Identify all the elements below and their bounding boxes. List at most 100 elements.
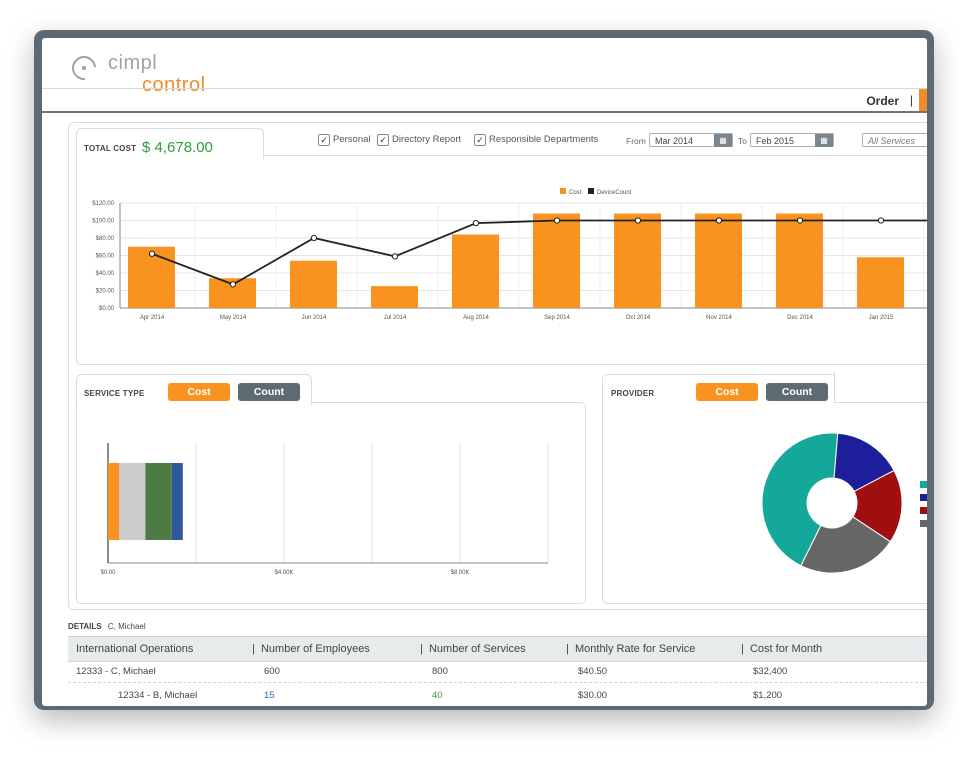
x-tick-label: Nov 2014 — [706, 315, 732, 321]
to-label: To — [738, 136, 747, 146]
directory-report-label: Directory Report — [392, 134, 462, 145]
stacked-bar-segment — [119, 463, 146, 540]
top-nav: Order | — [42, 88, 927, 113]
services-select[interactable]: All Services — [862, 133, 927, 147]
x-tick-label: Jan 2015 — [869, 315, 894, 321]
x-tick-label: Jun 2014 — [302, 315, 327, 321]
logo-dot-icon — [82, 66, 86, 70]
table-header-cell[interactable]: International Operations — [76, 643, 193, 655]
table-cell: $1,200 — [753, 690, 783, 701]
nav-separator: | — [909, 93, 913, 107]
nav-order-link[interactable]: Order — [866, 94, 899, 108]
service-type-cost-button[interactable]: Cost — [168, 383, 230, 401]
table-row[interactable]: 12333 - C, Michael 600 800 $40.50 $32,40… — [68, 660, 927, 683]
bar-cost — [857, 257, 904, 308]
device-frame: cimpl control Order | TOTAL COST $ 4,678… — [34, 30, 934, 710]
y-tick-label: $100.00 — [92, 219, 114, 225]
details-value: C, Michael — [107, 622, 146, 631]
bar-cost — [452, 234, 499, 308]
calendar-icon[interactable]: ▦ — [815, 134, 833, 147]
nav-accent-tab[interactable] — [919, 89, 927, 111]
y-tick-label: $40.00 — [96, 271, 115, 277]
directory-report-checkbox[interactable]: ✓ — [377, 134, 389, 146]
legend-swatch-cost — [560, 188, 566, 194]
x-tick-label: Oct 2014 — [626, 315, 651, 321]
point-devicecount — [229, 281, 237, 288]
table-cell: 600 — [264, 666, 280, 677]
table-cell: 12334 - B, Michael — [118, 690, 198, 701]
table-row[interactable]: 12334 - B, Michael 15 40 $30.00 $1,200 — [68, 684, 927, 706]
provider-cost-button[interactable]: Cost — [696, 383, 758, 401]
responsible-departments-checkbox[interactable]: ✓ — [474, 134, 486, 146]
table-header-cell[interactable]: | Number of Services — [420, 643, 526, 655]
stacked-bar-segment — [171, 463, 183, 540]
point-devicecount — [715, 217, 723, 224]
x-tick-label: Sep 2014 — [544, 315, 570, 321]
services-select-value: All Services — [868, 136, 916, 146]
logo-text-top: cimpl — [108, 52, 158, 74]
point-devicecount — [310, 234, 318, 242]
x-tick-label: Jul 2014 — [384, 315, 407, 321]
x-tick-label: Aug 2014 — [463, 315, 489, 321]
x-tick-label: Apr 2014 — [140, 315, 165, 321]
y-tick-label: $20.00 — [96, 289, 115, 295]
point-devicecount — [553, 217, 561, 224]
bar-cost — [290, 260, 337, 308]
x-tick-label: $4.00K — [274, 570, 293, 576]
point-devicecount — [634, 217, 642, 224]
legend-label-cost: Cost — [569, 190, 582, 196]
personal-label: Personal — [333, 134, 371, 145]
table-cell: 800 — [432, 666, 448, 677]
legend-label-devicecount: DeviceCount — [597, 190, 632, 196]
table-cell-link[interactable]: 40 — [432, 690, 443, 701]
service-type-chart: $0.00 $4.00K $8.00K — [100, 443, 549, 576]
provider-count-button[interactable]: Count — [766, 383, 828, 401]
table-cell: $30.00 — [578, 690, 608, 701]
table-cell: $40.50 — [578, 666, 608, 677]
total-cost-value: $ 4,678.00 — [142, 139, 213, 156]
bar-cost — [776, 213, 823, 308]
stacked-bar-segment — [145, 463, 172, 540]
point-devicecount — [877, 217, 885, 224]
from-label: From — [626, 136, 646, 146]
y-tick-label: $120.00 — [92, 201, 114, 207]
legend-swatch — [920, 481, 927, 488]
legend-swatch-devicecount — [588, 188, 594, 194]
bar-cost — [371, 286, 418, 308]
from-date-value: Mar 2014 — [655, 136, 694, 146]
table-cell: 12333 - C, Michael — [76, 666, 156, 677]
app-screen: cimpl control Order | TOTAL COST $ 4,678… — [42, 38, 927, 706]
bar-cost — [614, 213, 661, 308]
table-header-cell[interactable]: | Cost for Month — [741, 643, 822, 655]
bar-cost — [533, 213, 580, 308]
total-cost-label: TOTAL COST — [84, 144, 137, 153]
table-cell: $32,400 — [753, 666, 788, 677]
personal-checkbox[interactable]: ✓ — [318, 134, 330, 146]
bar-cost — [695, 213, 742, 308]
service-type-title: SERVICE TYPE — [84, 389, 145, 398]
legend-swatch — [920, 494, 927, 501]
to-date-input[interactable]: Feb 2015 ▦ — [750, 133, 834, 147]
calendar-icon[interactable]: ▦ — [714, 134, 732, 147]
table-header: International Operations | Number of Emp… — [68, 636, 927, 662]
responsible-departments-label: Responsible Departments — [489, 134, 599, 145]
y-tick-label: $0.00 — [99, 306, 115, 312]
from-date-input[interactable]: Mar 2014 ▦ — [649, 133, 733, 147]
table-header-cell[interactable]: | Monthly Rate for Service — [566, 643, 695, 655]
y-tick-label: $80.00 — [96, 236, 115, 242]
legend-swatch — [920, 507, 927, 514]
cost-device-chart: Cost DeviceCount $0.00 $20.00 $40.00 $60.00 $8… — [92, 188, 927, 321]
x-tick-label: May 2014 — [220, 315, 247, 321]
provider-title: PROVIDER — [611, 389, 655, 398]
table-cell-link[interactable]: 15 — [264, 690, 275, 701]
service-type-count-button[interactable]: Count — [238, 383, 300, 401]
table-header-cell[interactable]: | Number of Employees — [252, 643, 370, 655]
details-bar: DETAILS C, Michael — [68, 622, 927, 636]
details-label: DETAILS — [68, 622, 102, 631]
provider-tab-cover — [834, 372, 927, 403]
x-tick-label: $8.00K — [450, 570, 469, 576]
stacked-bar-segment — [108, 463, 119, 540]
provider-donut-chart — [761, 433, 927, 573]
point-devicecount — [391, 253, 399, 260]
to-date-value: Feb 2015 — [756, 136, 795, 146]
